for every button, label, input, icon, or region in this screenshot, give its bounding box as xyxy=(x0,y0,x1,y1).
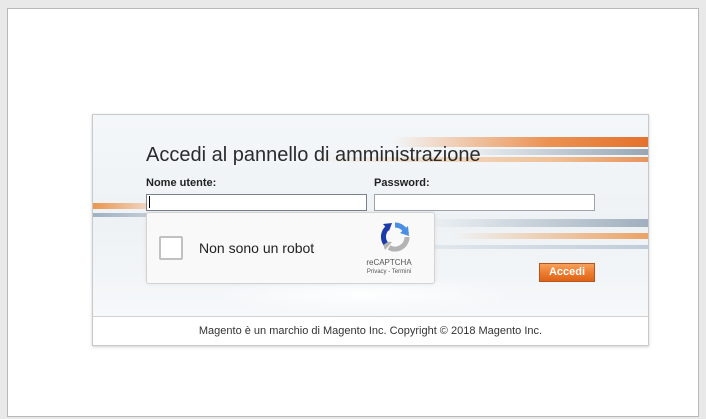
username-label: Nome utente: xyxy=(146,177,217,189)
recaptcha-links: Privacy - Termini xyxy=(347,269,431,275)
recaptcha-widget: Non sono un robot reCAPTCHA Privacy - Te… xyxy=(146,212,435,284)
login-panel: Accedi al pannello di amministrazione No… xyxy=(92,114,649,346)
login-button[interactable]: Accedi xyxy=(539,263,595,282)
recaptcha-brand: reCAPTCHA xyxy=(366,258,412,267)
recaptcha-privacy-link[interactable]: Privacy xyxy=(367,269,387,275)
recaptcha-checkbox[interactable] xyxy=(159,236,183,260)
username-input[interactable] xyxy=(146,194,367,211)
password-label: Password: xyxy=(374,177,430,189)
recaptcha-logo-icon xyxy=(380,222,410,252)
page-title: Accedi al pannello di amministrazione xyxy=(146,144,481,166)
login-panel-body: Accedi al pannello di amministrazione No… xyxy=(93,115,648,316)
decorative-streak xyxy=(453,149,648,155)
recaptcha-label: Non sono un robot xyxy=(199,240,315,256)
decorative-streak xyxy=(453,233,648,239)
decorative-streak xyxy=(423,219,648,227)
footer-copyright: Magento è un marchio di Magento Inc. Cop… xyxy=(93,316,648,345)
password-input[interactable] xyxy=(374,194,595,211)
text-caret xyxy=(149,196,150,208)
recaptcha-terms-link[interactable]: Termini xyxy=(392,269,411,275)
